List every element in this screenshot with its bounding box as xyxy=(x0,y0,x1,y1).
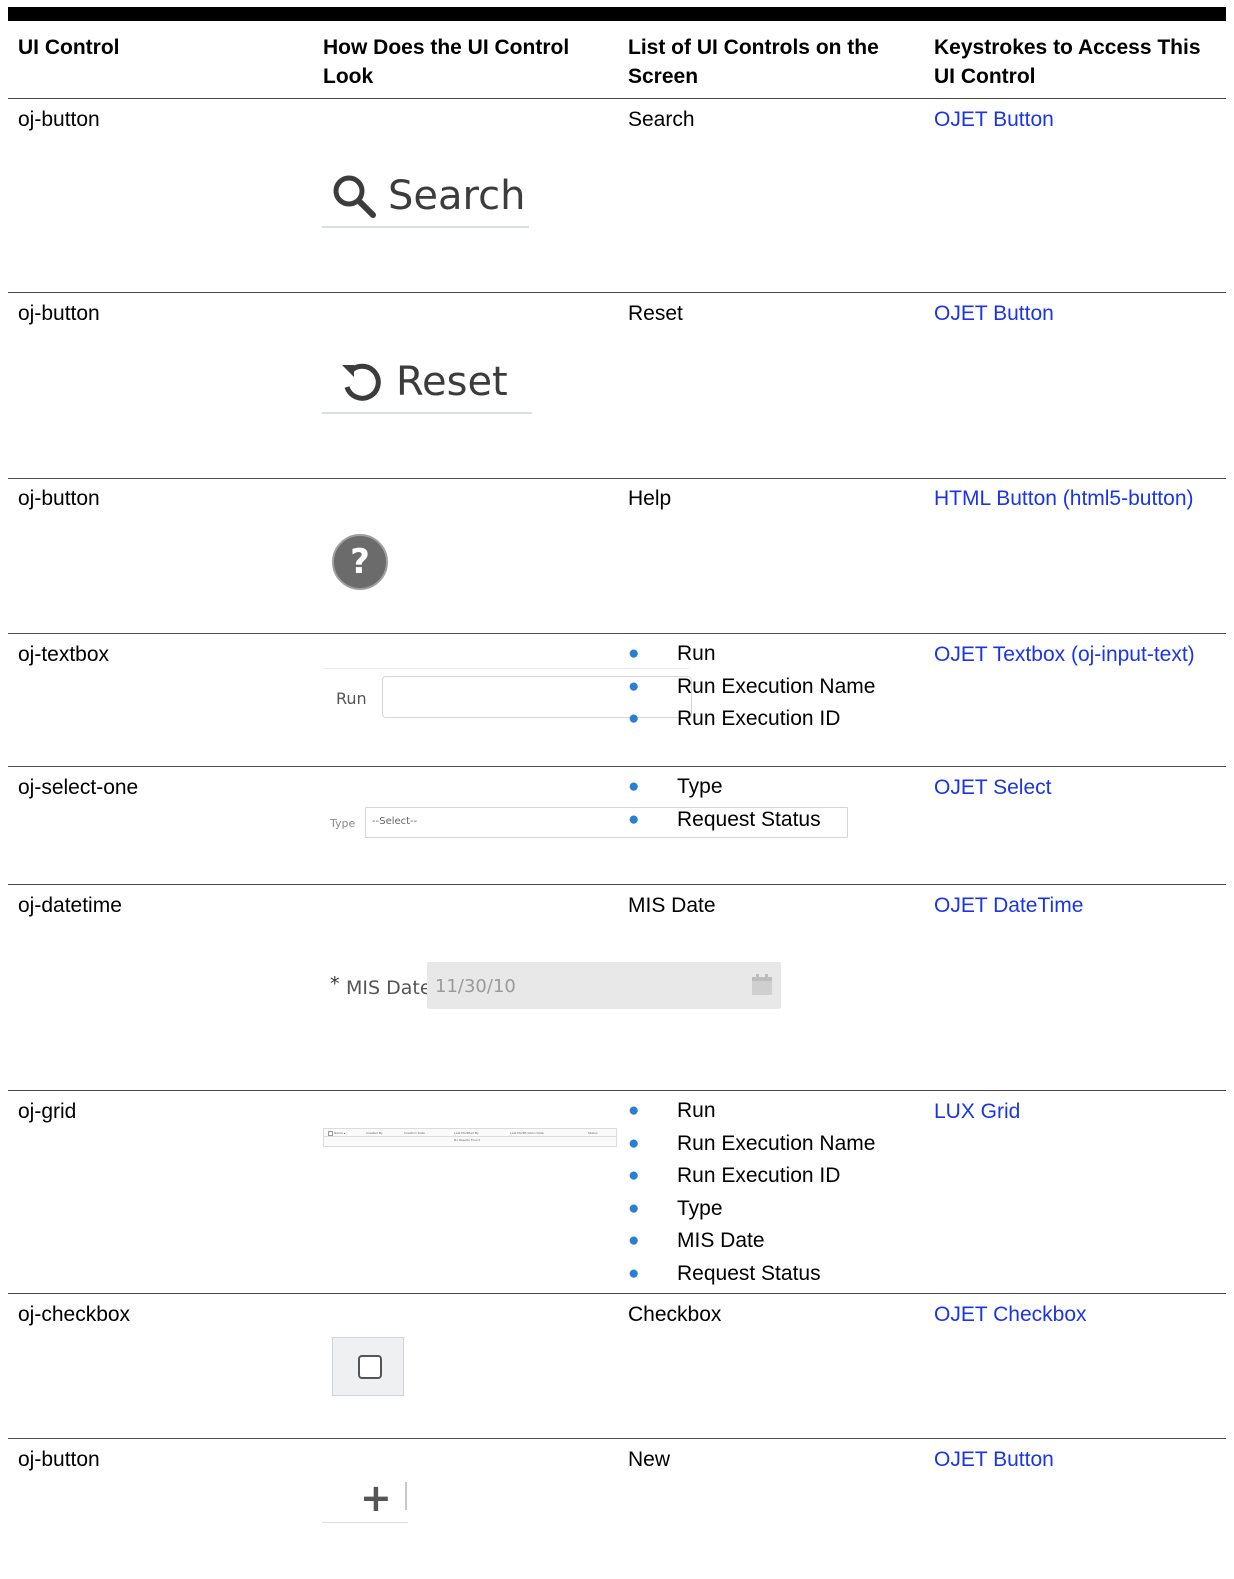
keystroke-link[interactable]: OJET Button xyxy=(934,103,1054,136)
checkbox-icon xyxy=(358,1355,382,1379)
row-rule xyxy=(8,1090,1226,1091)
list-item: ● Run Execution ID xyxy=(628,703,875,736)
keystroke-link[interactable]: OJET Textbox (oj-input-text) xyxy=(934,638,1204,668)
list-item: ● Type xyxy=(628,1193,875,1226)
list-item: ● MIS Date xyxy=(628,1225,875,1258)
search-icon xyxy=(333,175,376,218)
control-name: oj-button xyxy=(18,1448,100,1471)
control-name: oj-textbox xyxy=(18,643,110,666)
reset-icon xyxy=(342,363,381,401)
datetime-preview-field: 11/30/10 xyxy=(427,962,781,1009)
control-name: oj-select-one xyxy=(18,776,139,799)
required-marker: * xyxy=(330,973,340,995)
list-item: Checkbox xyxy=(628,1303,722,1326)
row-rule xyxy=(8,766,1226,767)
list-item: New xyxy=(628,1448,671,1471)
controls-list: ● Run ● Run Execution Name ● Run Execution … xyxy=(628,1095,875,1290)
datetime-preview-label: MIS Date xyxy=(346,977,432,999)
header-rule xyxy=(8,98,1226,99)
list-item: ● Run Execution Name xyxy=(628,1128,875,1161)
help-icon: ? xyxy=(332,534,388,590)
new-button-preview: + xyxy=(322,1476,408,1523)
header-ui-control: UI Control xyxy=(18,36,120,59)
bullet-icon: ● xyxy=(628,675,640,697)
button-underline xyxy=(322,1522,408,1523)
row-rule xyxy=(8,884,1226,885)
bullet-icon: ● xyxy=(628,776,640,797)
keystroke-link[interactable]: OJET DateTime xyxy=(934,889,1083,922)
grid-preview: Name ▴ Created By Creation Date Last Mod… xyxy=(323,1128,617,1147)
grid-column-header: Status xyxy=(588,1131,598,1135)
list-item: ● Request Status xyxy=(628,1258,875,1291)
search-preview-label: Search xyxy=(388,173,526,219)
grid-empty-message: No Results Found xyxy=(454,1138,480,1142)
list-item: ● Run Execution ID xyxy=(628,1160,875,1193)
row-rule xyxy=(8,292,1226,293)
calendar-icon xyxy=(752,974,772,995)
select-preview-value: --Select-- xyxy=(372,816,418,827)
reset-preview-label: Reset xyxy=(396,359,508,405)
list-item: Help xyxy=(628,487,672,510)
bullet-icon: ● xyxy=(628,1132,640,1154)
header-list: List of UI Controls on the Screen xyxy=(628,36,879,88)
plus-icon: + xyxy=(360,1476,392,1520)
controls-list: ● Run ● Run Execution Name ● Run Execution … xyxy=(628,638,875,736)
grid-header-divider xyxy=(324,1136,616,1137)
control-name: oj-button xyxy=(18,487,100,510)
controls-list: ● Type ● Request Status xyxy=(628,771,821,836)
list-item: ● Type xyxy=(628,771,821,804)
search-button-preview: Search xyxy=(322,170,530,228)
reset-button-preview: Reset xyxy=(322,356,532,414)
row-rule xyxy=(8,1293,1226,1294)
keystroke-link[interactable]: LUX Grid xyxy=(934,1095,1020,1128)
bullet-icon: ● xyxy=(628,1230,640,1251)
list-item: MIS Date xyxy=(628,894,716,917)
bullet-icon: ● xyxy=(628,808,640,830)
bullet-icon: ● xyxy=(628,1100,640,1121)
list-item: ● Request Status xyxy=(628,804,821,837)
keystroke-link[interactable]: OJET Checkbox xyxy=(934,1298,1087,1331)
bullet-icon: ● xyxy=(628,708,640,729)
list-item: ● Run xyxy=(628,1095,875,1128)
control-name: oj-grid xyxy=(18,1100,77,1123)
list-item: ● Run Execution Name xyxy=(628,671,875,704)
grid-column-header: Last Modified By xyxy=(454,1131,479,1135)
control-name: oj-checkbox xyxy=(18,1303,131,1326)
button-underline xyxy=(322,412,532,414)
header-look: How Does the UI Control Look xyxy=(323,36,570,88)
keystroke-link[interactable]: OJET Button xyxy=(934,1443,1054,1476)
list-item: ● Run xyxy=(628,638,875,671)
bullet-icon: ● xyxy=(628,1197,640,1219)
keystroke-link[interactable]: OJET Button xyxy=(934,297,1054,330)
row-rule xyxy=(8,633,1226,634)
bullet-icon: ● xyxy=(628,643,640,664)
bullet-icon: ● xyxy=(628,1165,640,1186)
control-name: oj-button xyxy=(18,108,100,131)
grid-column-header: Name ▴ xyxy=(334,1131,346,1135)
top-rule xyxy=(8,7,1226,21)
row-rule xyxy=(8,478,1226,479)
button-underline xyxy=(322,226,530,228)
button-divider xyxy=(405,1482,407,1510)
datetime-preview-value: 11/30/10 xyxy=(435,976,516,997)
header-keystrokes: Keystrokes to Access This UI Control xyxy=(934,36,1201,88)
checkbox-preview xyxy=(332,1337,404,1396)
textbox-preview-label: Run xyxy=(336,689,367,708)
list-item: Search xyxy=(628,108,695,131)
bullet-icon: ● xyxy=(628,1262,640,1284)
row-rule xyxy=(8,1438,1226,1439)
grid-column-header: Creation Date xyxy=(404,1131,425,1135)
grid-column-header: Created By xyxy=(366,1131,383,1135)
control-name: oj-datetime xyxy=(18,894,122,917)
keystroke-link[interactable]: HTML Button (html5-button) xyxy=(934,482,1214,512)
keystroke-link[interactable]: OJET Select xyxy=(934,771,1052,804)
control-name: oj-button xyxy=(18,302,100,325)
grid-column-header: Last Modification Date xyxy=(510,1131,544,1135)
list-item: Reset xyxy=(628,302,683,325)
select-preview-label: Type xyxy=(330,817,356,830)
